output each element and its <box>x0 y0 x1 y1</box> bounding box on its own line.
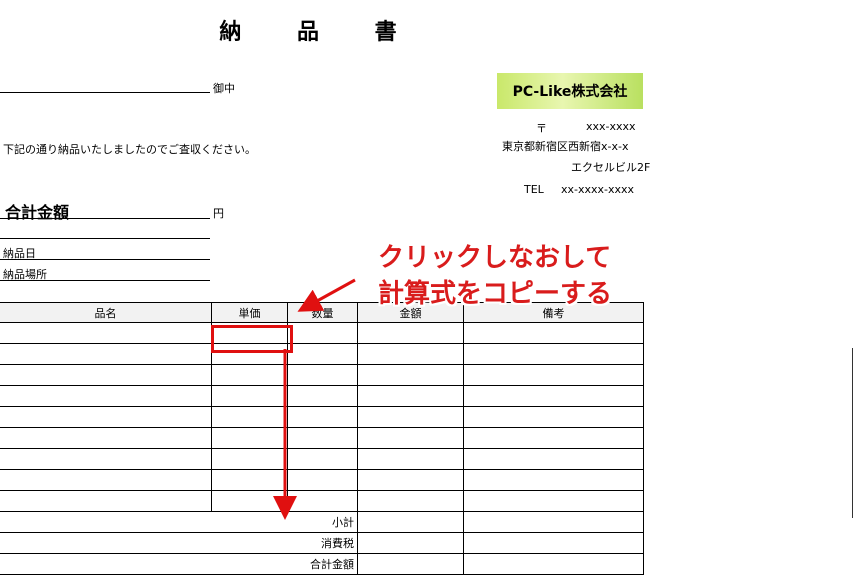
annotation-line2: 計算式をコピーする <box>378 279 613 309</box>
callout-arrow <box>297 278 356 312</box>
annotation-line1: クリックしなおして <box>378 243 612 273</box>
